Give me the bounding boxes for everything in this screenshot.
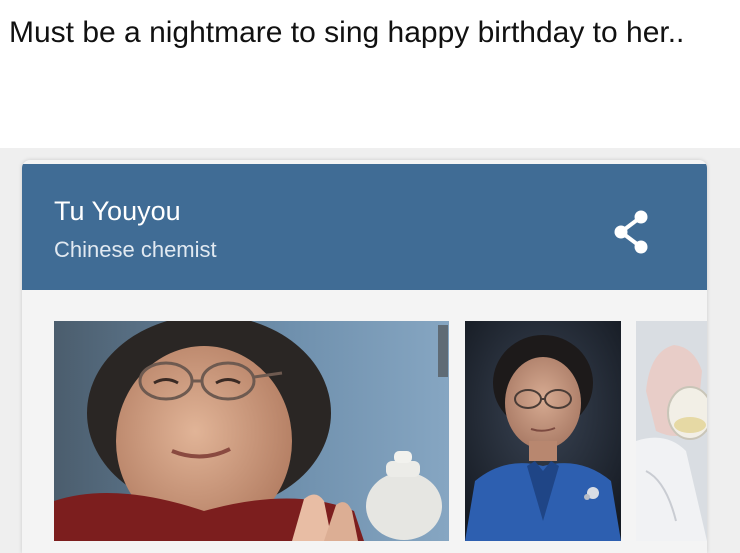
portrait-photo (54, 321, 449, 541)
image-thumbnail-3[interactable] (636, 321, 707, 541)
meme-caption: Must be a nightmare to sing happy birthd… (9, 16, 685, 49)
lab-photo (636, 321, 707, 541)
image-thumbnail-1[interactable] (54, 321, 449, 541)
image-thumbnail-2[interactable] (465, 321, 621, 541)
share-icon[interactable] (612, 210, 652, 254)
portrait-photo (465, 321, 621, 541)
knowledge-panel-header: Tu Youyou Chinese chemist (22, 164, 707, 290)
meme-screenshot: Must be a nightmare to sing happy birthd… (0, 0, 740, 553)
panel-subtitle: Chinese chemist (54, 237, 217, 262)
knowledge-panel: Tu Youyou Chinese chemist (22, 160, 707, 553)
panel-title[interactable]: Tu Youyou (54, 196, 181, 227)
